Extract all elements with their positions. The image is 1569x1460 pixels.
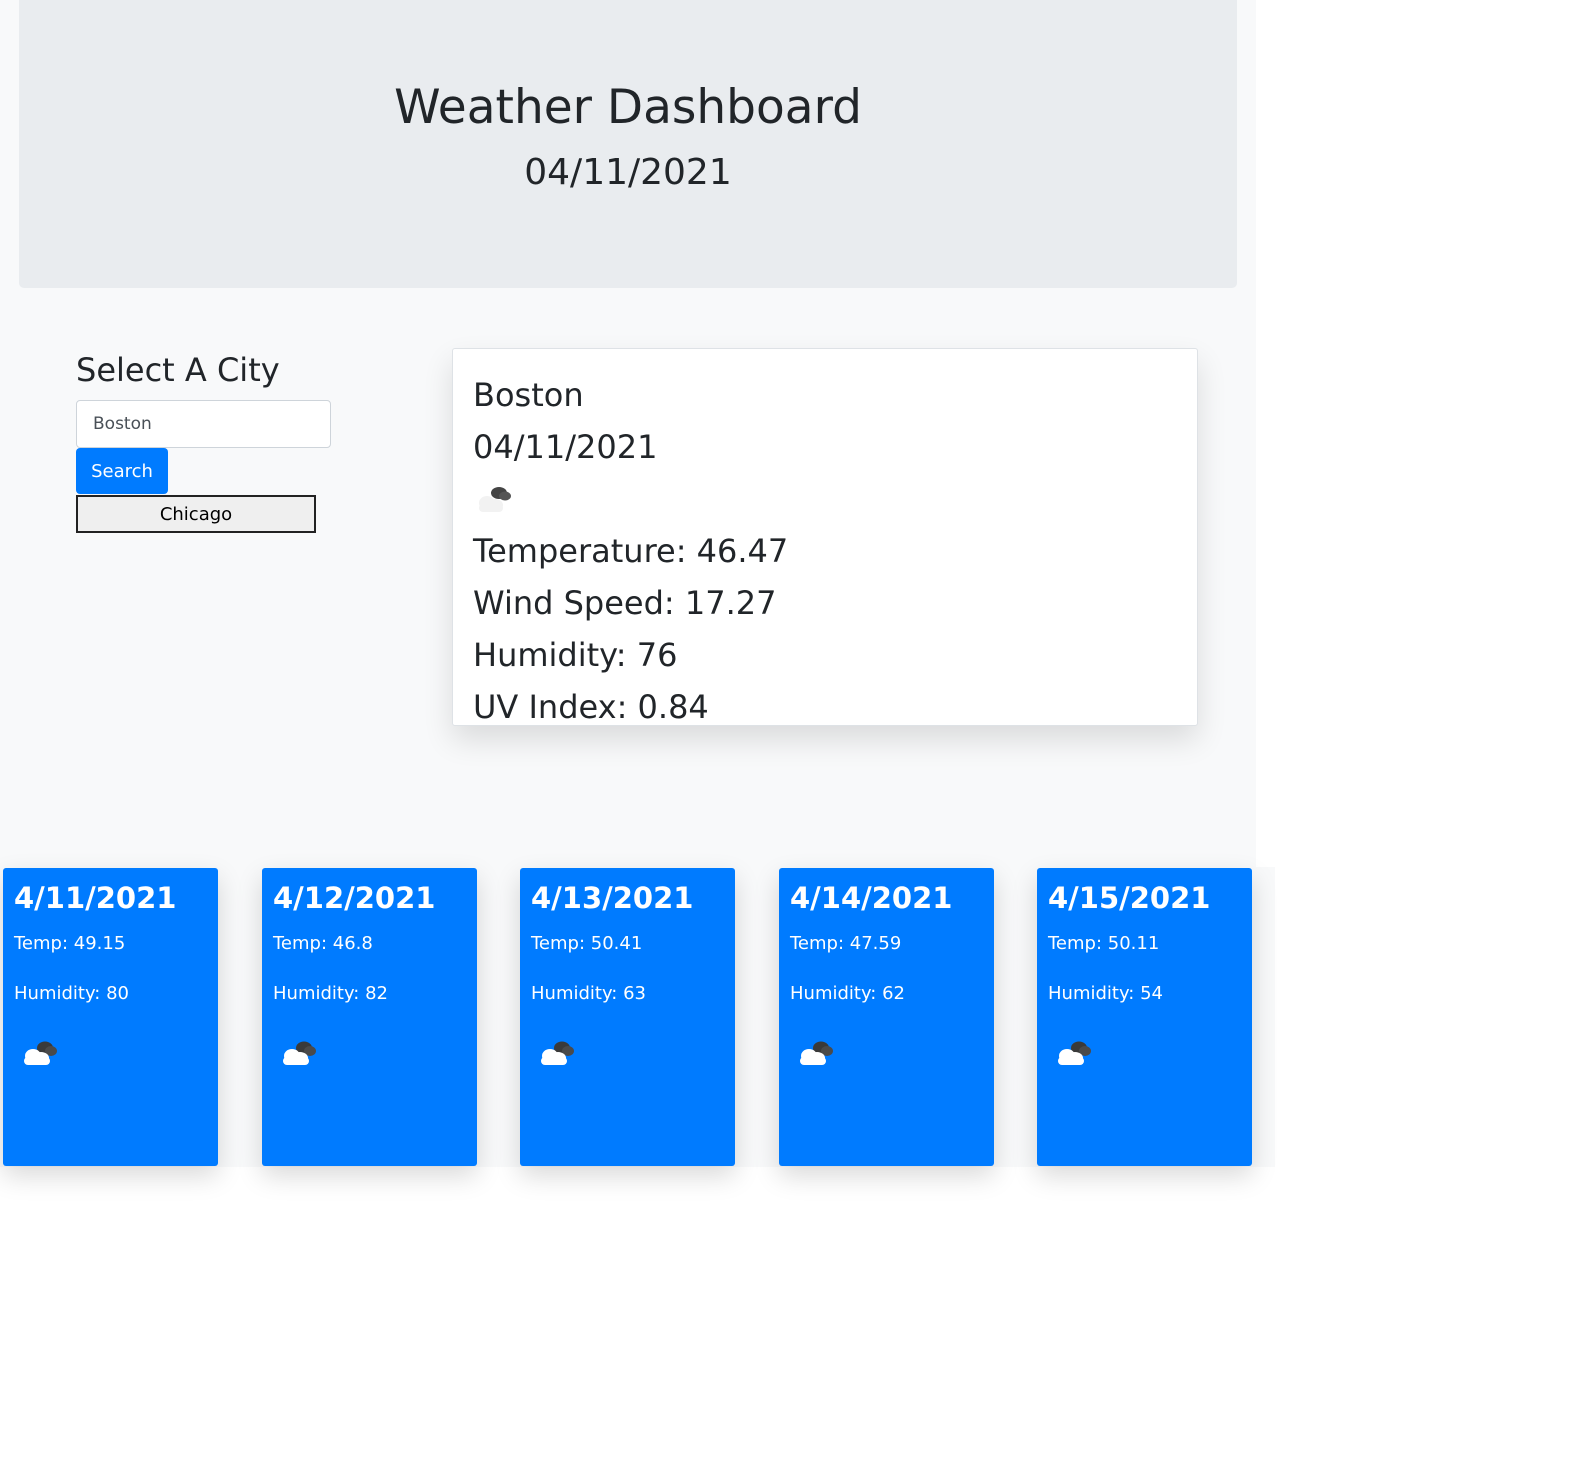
search-button[interactable]: Search [76,448,168,494]
forecast-strip: 4/11/2021 Temp: 49.15 Humidity: 80 4/12/… [0,867,1275,1167]
forecast-card: 4/13/2021 Temp: 50.41 Humidity: 63 [520,868,735,1166]
current-temperature: Temperature: 46.47 [473,532,789,570]
forecast-card: 4/14/2021 Temp: 47.59 Humidity: 62 [779,868,994,1166]
forecast-temp: Temp: 47.59 [790,933,902,954]
forecast-card: 4/15/2021 Temp: 50.11 Humidity: 54 [1037,868,1252,1166]
current-date: 04/11/2021 [473,428,658,466]
page-title: Weather Dashboard [394,80,862,135]
city-search-input[interactable] [76,400,331,448]
page-date: 04/11/2021 [524,152,732,193]
cloud-icon [1058,1041,1091,1065]
current-humidity: Humidity: 76 [473,636,678,674]
current-weather-card: Boston 04/11/2021 Temperature: 46.47 Win… [452,348,1198,726]
forecast-temp: Temp: 50.41 [531,933,643,954]
forecast-humidity: Humidity: 54 [1048,983,1163,1004]
forecast-humidity: Humidity: 80 [14,983,129,1004]
history-city-button[interactable]: Chicago [76,495,316,533]
forecast-card: 4/12/2021 Temp: 46.8 Humidity: 82 [262,868,477,1166]
current-uv-index: UV Index: 0.84 [473,688,709,726]
forecast-humidity: Humidity: 62 [790,983,905,1004]
current-city: Boston [473,376,584,414]
forecast-date: 4/13/2021 [531,881,694,915]
forecast-card: 4/11/2021 Temp: 49.15 Humidity: 80 [3,868,218,1166]
city-search-heading: Select A City [76,351,280,389]
header-banner: Weather Dashboard 04/11/2021 [19,0,1237,288]
cloud-icon [283,1041,316,1065]
forecast-date: 4/14/2021 [790,881,953,915]
city-search-panel: Select A City Search Chicago [76,345,336,533]
forecast-humidity: Humidity: 63 [531,983,646,1004]
forecast-humidity: Humidity: 82 [273,983,388,1004]
cloud-icon [24,1041,57,1065]
forecast-date: 4/11/2021 [14,881,177,915]
forecast-date: 4/15/2021 [1048,881,1211,915]
current-weather-icon-row [473,473,1177,525]
cloud-icon [800,1041,833,1065]
forecast-temp: Temp: 46.8 [273,933,373,954]
forecast-date: 4/12/2021 [273,881,436,915]
cloud-icon [541,1041,574,1065]
cloud-icon [479,487,511,512]
current-wind-speed: Wind Speed: 17.27 [473,584,777,622]
forecast-temp: Temp: 49.15 [14,933,126,954]
forecast-temp: Temp: 50.11 [1048,933,1160,954]
